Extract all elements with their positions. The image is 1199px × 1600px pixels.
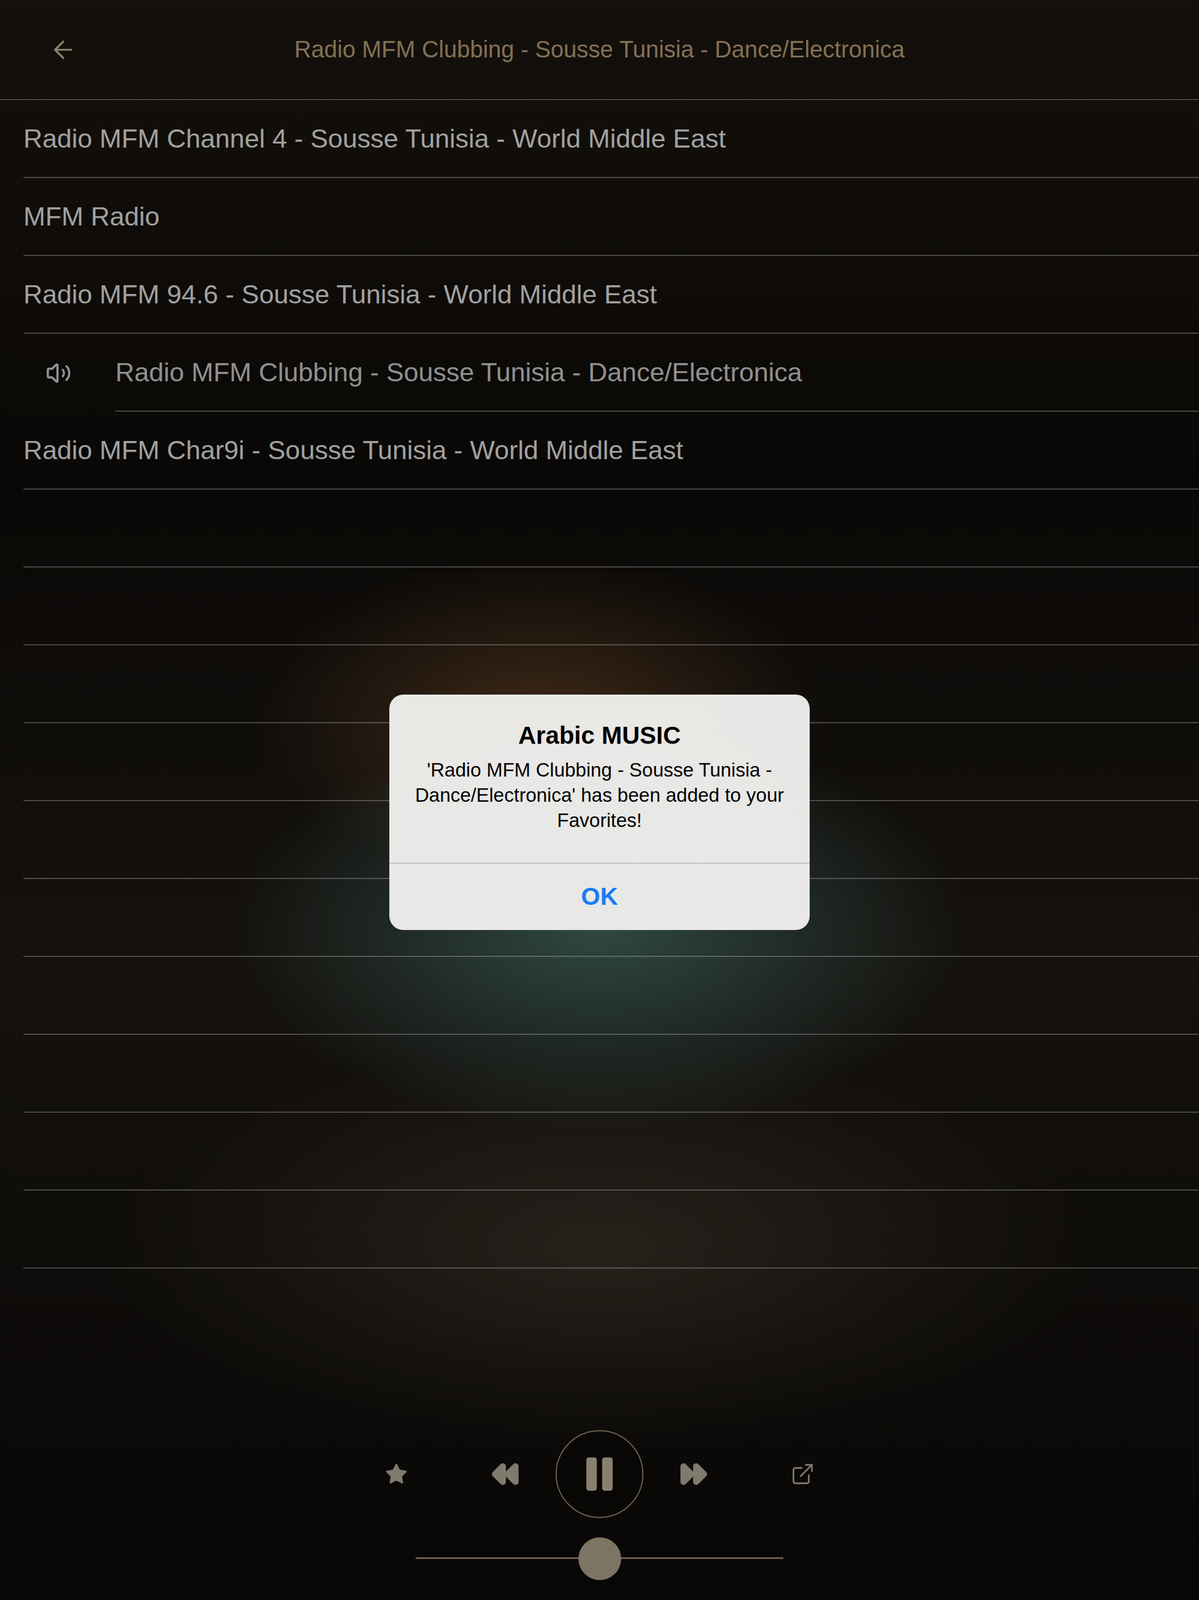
radio-screen: Radio MFM Clubbing - Sousse Tunisia - Da… <box>0 0 1199 1600</box>
alert-backdrop: Arabic MUSIC 'Radio MFM Clubbing - Sousse… <box>0 0 1199 1600</box>
alert-title: Arabic MUSIC <box>410 721 789 750</box>
alert-message: 'Radio MFM Clubbing - Sousse Tunisia - D… <box>410 757 789 834</box>
ok-button[interactable]: OK <box>389 862 810 930</box>
alert-dialog: Arabic MUSIC 'Radio MFM Clubbing - Sousse… <box>389 694 810 930</box>
